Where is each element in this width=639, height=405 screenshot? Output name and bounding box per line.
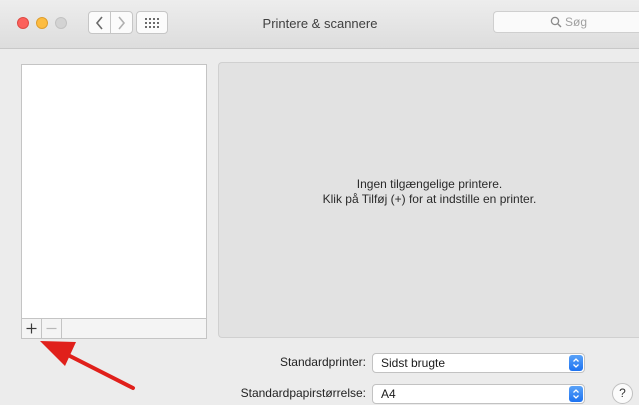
printers-scanners-window: Printere & scannere Søg Ingen tilgængeli… xyxy=(0,0,639,405)
forward-button[interactable] xyxy=(110,11,133,34)
zoom-window-button[interactable] xyxy=(55,17,67,29)
default-paper-size-select[interactable]: A4 xyxy=(372,384,585,404)
default-printer-select[interactable]: Sidst brugte xyxy=(372,353,585,373)
printer-info-panel: Ingen tilgængelige printere. Klik på Til… xyxy=(218,62,639,338)
popup-arrows-icon xyxy=(569,355,583,371)
plus-icon xyxy=(26,323,37,334)
add-printer-button[interactable] xyxy=(22,319,42,338)
close-window-button[interactable] xyxy=(17,17,29,29)
search-placeholder: Søg xyxy=(565,15,588,29)
popup-arrows-icon xyxy=(569,386,583,402)
default-paper-size-value: A4 xyxy=(381,387,396,401)
default-paper-size-label: Standardpapirstørrelse: xyxy=(240,386,366,400)
show-all-preferences-button[interactable] xyxy=(136,11,168,34)
back-button[interactable] xyxy=(88,11,111,34)
grid-icon xyxy=(145,17,159,28)
no-printers-message: Ingen tilgængelige printere. xyxy=(356,177,503,191)
default-printer-value: Sidst brugte xyxy=(381,356,446,370)
printer-list-toolbar xyxy=(21,318,207,339)
window-title: Printere & scannere xyxy=(262,16,378,31)
printer-list[interactable] xyxy=(21,64,207,319)
chevron-right-icon xyxy=(118,15,126,30)
minimize-window-button[interactable] xyxy=(36,17,48,29)
minus-icon xyxy=(46,327,57,330)
remove-printer-button[interactable] xyxy=(42,319,62,338)
search-field[interactable]: Søg xyxy=(493,11,639,33)
chevron-left-icon xyxy=(95,15,103,30)
title-bar: Printere & scannere Søg xyxy=(0,0,639,49)
add-printer-hint: Klik på Tilføj (+) for at indstille en p… xyxy=(322,192,537,206)
default-printer-label: Standardprinter: xyxy=(279,355,366,369)
search-icon xyxy=(550,16,562,28)
help-button[interactable]: ? xyxy=(612,383,633,404)
